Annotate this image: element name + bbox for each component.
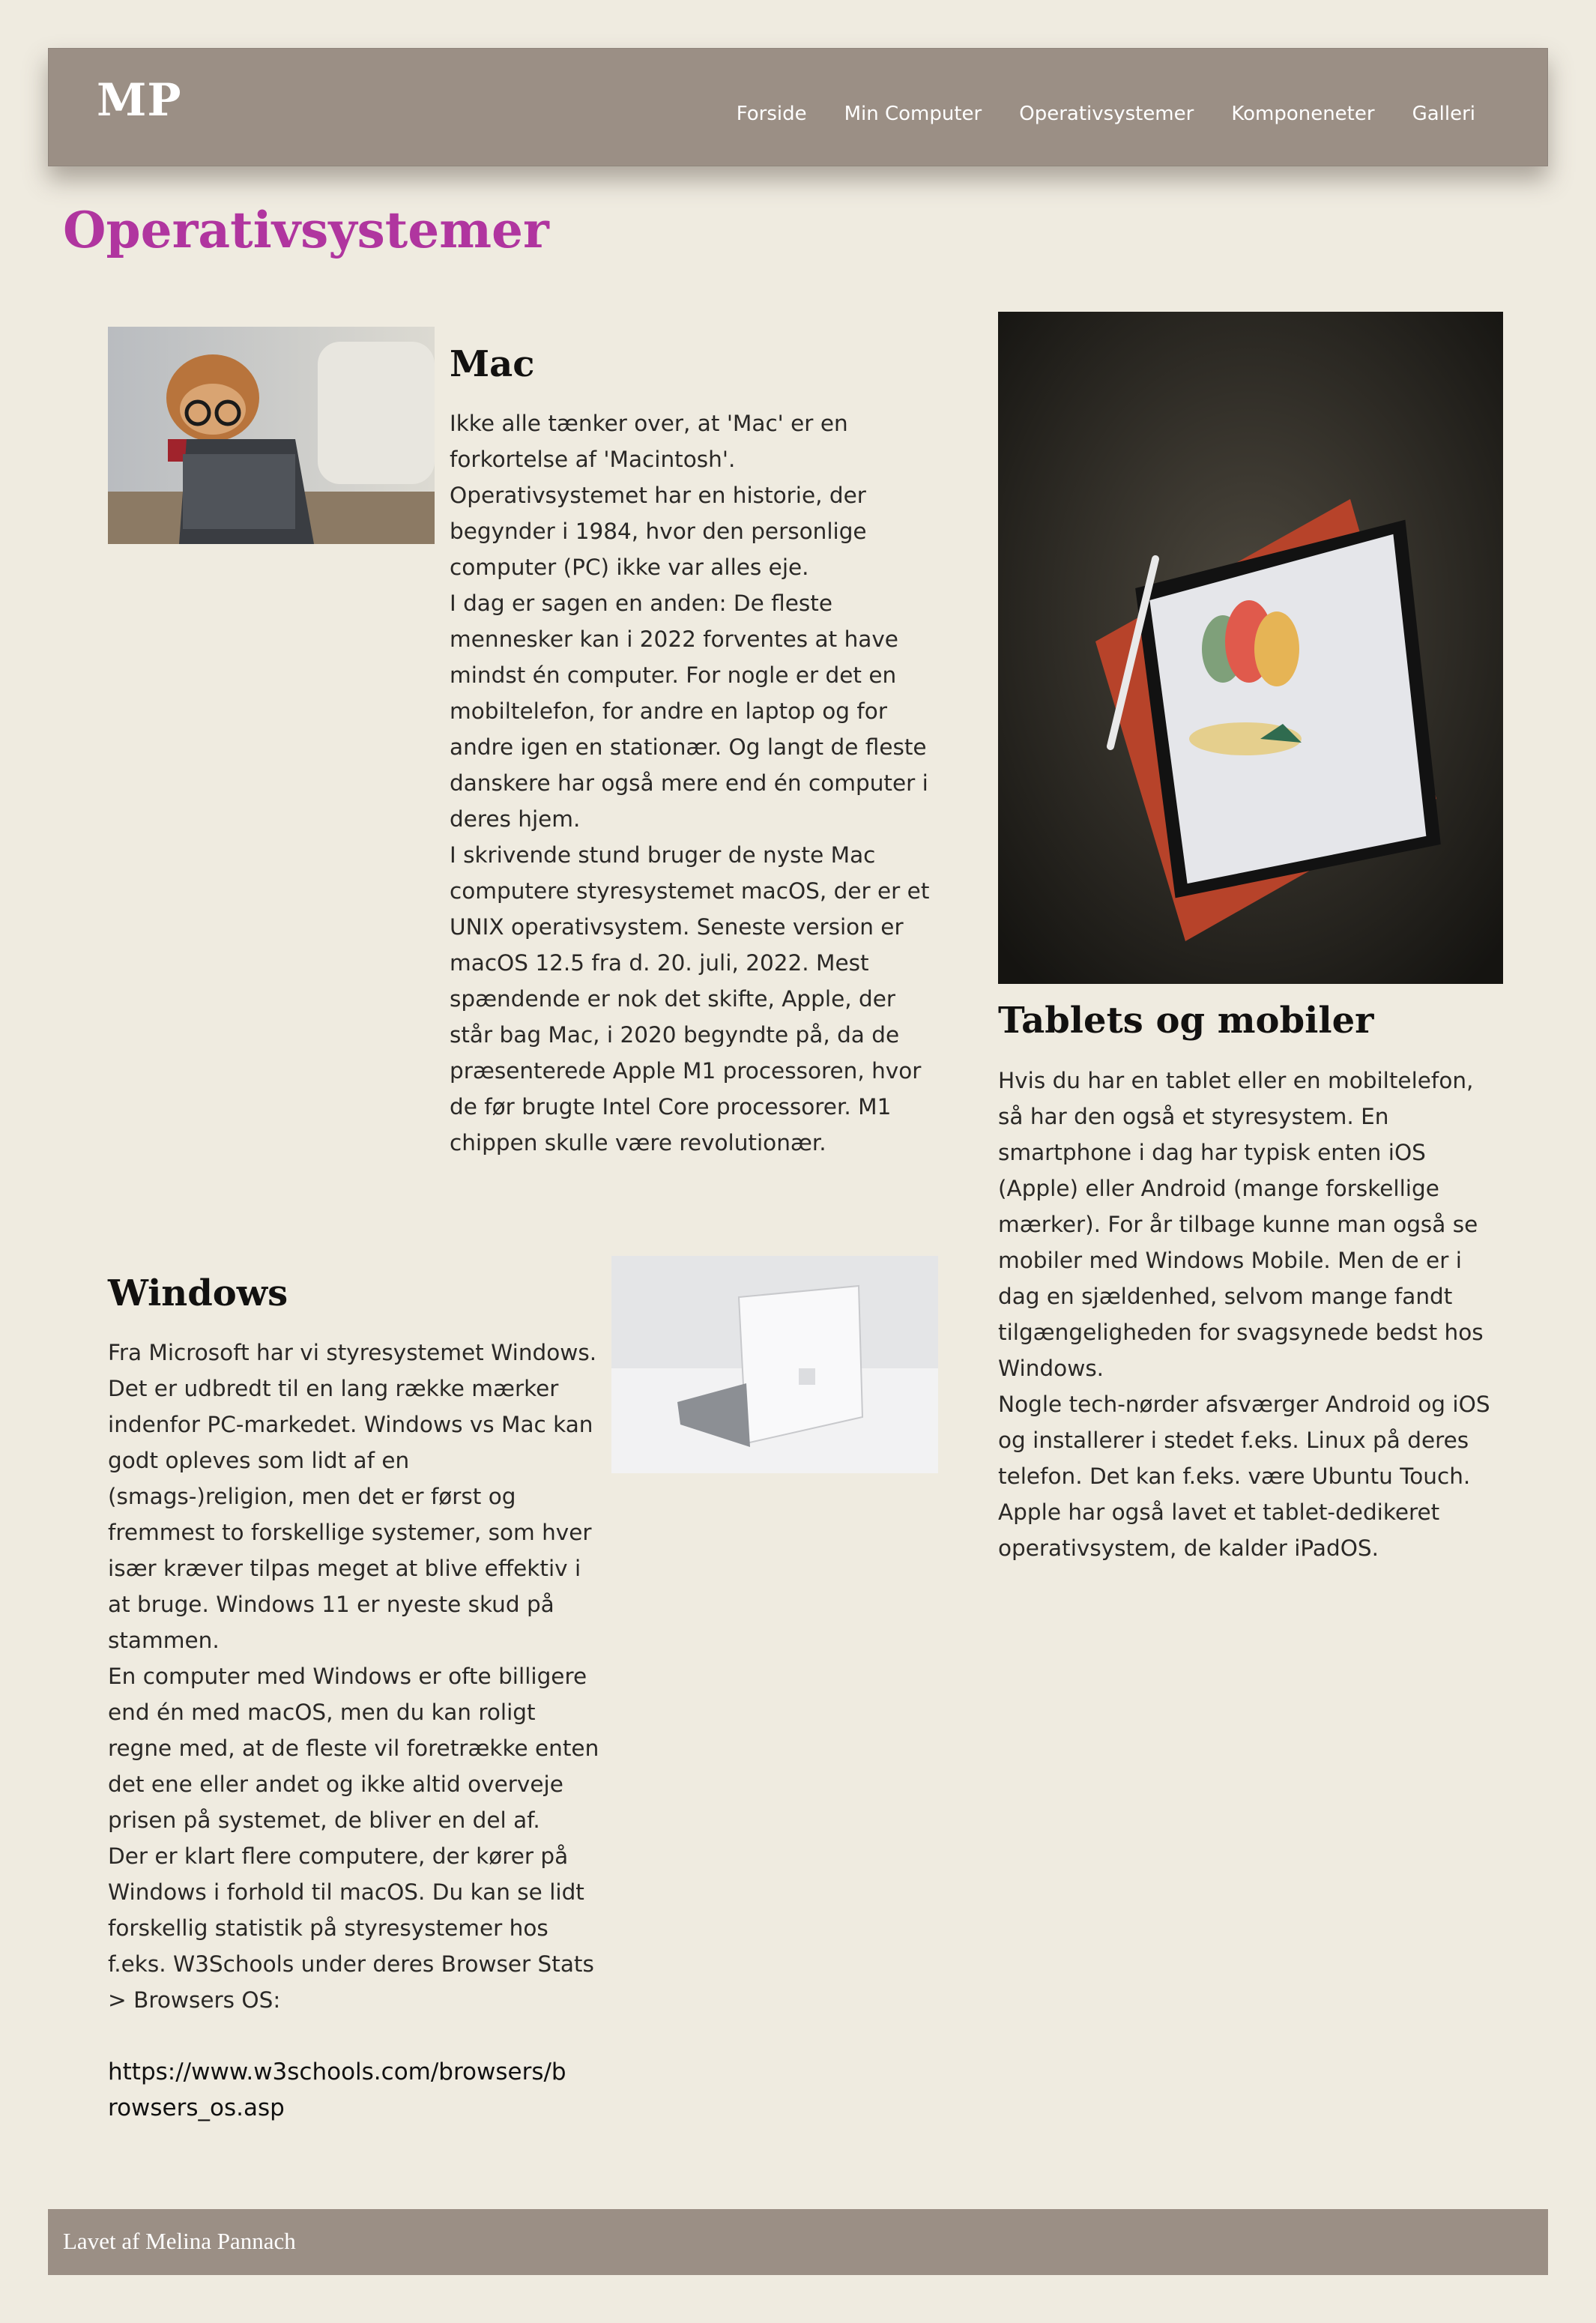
mac-paragraph-3: I skrivende stund bruger de nyste Mac co…: [450, 842, 930, 1156]
mac-text: Ikke alle tænker over, at 'Mac' er en fo…: [450, 405, 937, 1161]
windows-paragraph-3: Der er klart flere computere, der kører …: [108, 1843, 594, 2013]
tablets-paragraph-1: Hvis du har en tablet eller en mobiltele…: [998, 1068, 1484, 1381]
windows-paragraph-1: Fra Microsoft har vi styresystemet Windo…: [108, 1340, 597, 1653]
site-logo[interactable]: MP: [97, 74, 182, 127]
nav-link-komponeneter[interactable]: Komponeneter: [1231, 103, 1374, 125]
nav-link-galleri[interactable]: Galleri: [1412, 103, 1475, 125]
mac-dog-image: [108, 327, 435, 544]
tablets-text: Hvis du har en tablet eller en mobiltele…: [998, 1063, 1503, 1566]
main-nav: Forside Min Computer Operativsystemer Ko…: [737, 103, 1475, 125]
nav-link-min-computer[interactable]: Min Computer: [844, 103, 982, 125]
nav-link-forside[interactable]: Forside: [737, 103, 807, 125]
mac-paragraph-2: I dag er sagen en anden: De fleste menne…: [450, 590, 928, 832]
mac-heading: Mac: [450, 343, 535, 385]
tablets-paragraph-2: Nogle tech-nørder afsværger Android og i…: [998, 1392, 1490, 1561]
page-title: Operativsystemer: [63, 201, 549, 259]
windows-laptop-image: [611, 1256, 938, 1473]
tablet-image: [998, 312, 1503, 984]
mac-paragraph-1: Ikke alle tænker over, at 'Mac' er en fo…: [450, 411, 867, 580]
windows-heading: Windows: [108, 1272, 288, 1314]
site-footer: Lavet af Melina Pannach: [48, 2209, 1548, 2275]
nav-link-operativsystemer[interactable]: Operativsystemer: [1019, 103, 1194, 125]
w3schools-link[interactable]: https://www.w3schools.com/browsers/brows…: [108, 2054, 572, 2126]
footer-text: Lavet af Melina Pannach: [63, 2228, 296, 2254]
site-header: MP Forside Min Computer Operativsystemer…: [48, 48, 1548, 166]
windows-text: Fra Microsoft har vi styresystemet Windo…: [108, 1335, 602, 2126]
windows-paragraph-2: En computer med Windows er ofte billiger…: [108, 1664, 599, 1833]
tablets-heading: Tablets og mobiler: [998, 1000, 1374, 1042]
